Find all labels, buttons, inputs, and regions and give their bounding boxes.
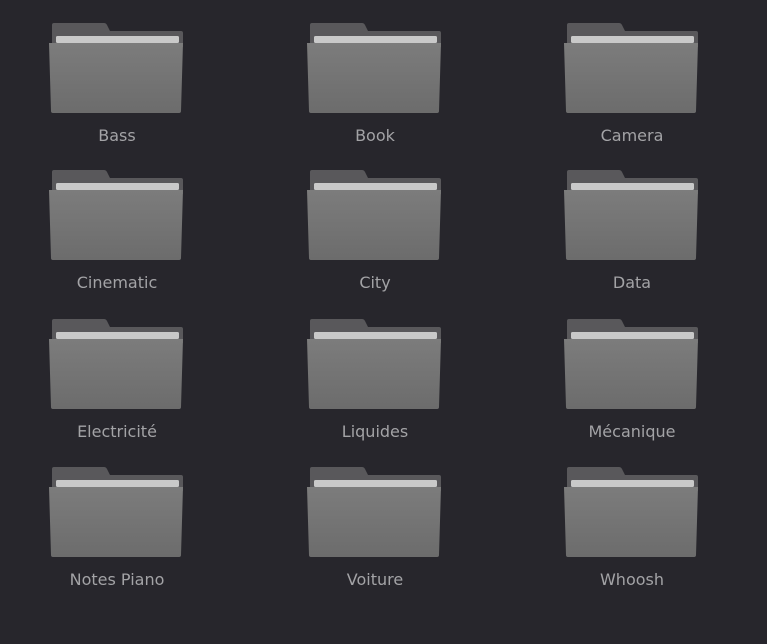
folder-bass[interactable]: Bass [17, 23, 217, 163]
folder-m-canique[interactable]: Mécanique [532, 319, 732, 459]
folder-icon [49, 170, 183, 260]
folder-electricit-[interactable]: Electricité [17, 319, 217, 459]
folder-label: Camera [600, 126, 664, 145]
folder-label: Whoosh [599, 570, 664, 589]
folder-voiture[interactable]: Voiture [275, 467, 475, 607]
folder-icon [49, 467, 183, 557]
folder-data[interactable]: Data [532, 170, 732, 310]
folder-notes-piano[interactable]: Notes Piano [17, 467, 217, 607]
folder-icon [49, 319, 183, 409]
folder-icon [564, 467, 698, 557]
folder-label: Notes Piano [69, 570, 165, 589]
folder-book[interactable]: Book [275, 23, 475, 163]
folder-icon [564, 170, 698, 260]
folder-liquides[interactable]: Liquides [275, 319, 475, 459]
folder-label: Voiture [346, 570, 404, 589]
folder-icon [307, 319, 441, 409]
folder-icon [307, 467, 441, 557]
folder-label: Bass [98, 126, 136, 145]
folder-label: Electricité [77, 422, 157, 441]
folder-cinematic[interactable]: Cinematic [17, 170, 217, 310]
folder-label: Liquides [341, 422, 409, 441]
folder-label: Data [612, 273, 652, 292]
folder-whoosh[interactable]: Whoosh [532, 467, 732, 607]
folder-label: Mécanique [588, 422, 676, 441]
folder-icon [307, 170, 441, 260]
folder-label: Cinematic [76, 273, 158, 292]
folder-camera[interactable]: Camera [532, 23, 732, 163]
folder-label: City [359, 273, 391, 292]
folder-icon [49, 23, 183, 113]
folder-icon [564, 23, 698, 113]
folder-label: Book [355, 126, 395, 145]
folder-city[interactable]: City [275, 170, 475, 310]
folder-icon [564, 319, 698, 409]
folder-icon [307, 23, 441, 113]
